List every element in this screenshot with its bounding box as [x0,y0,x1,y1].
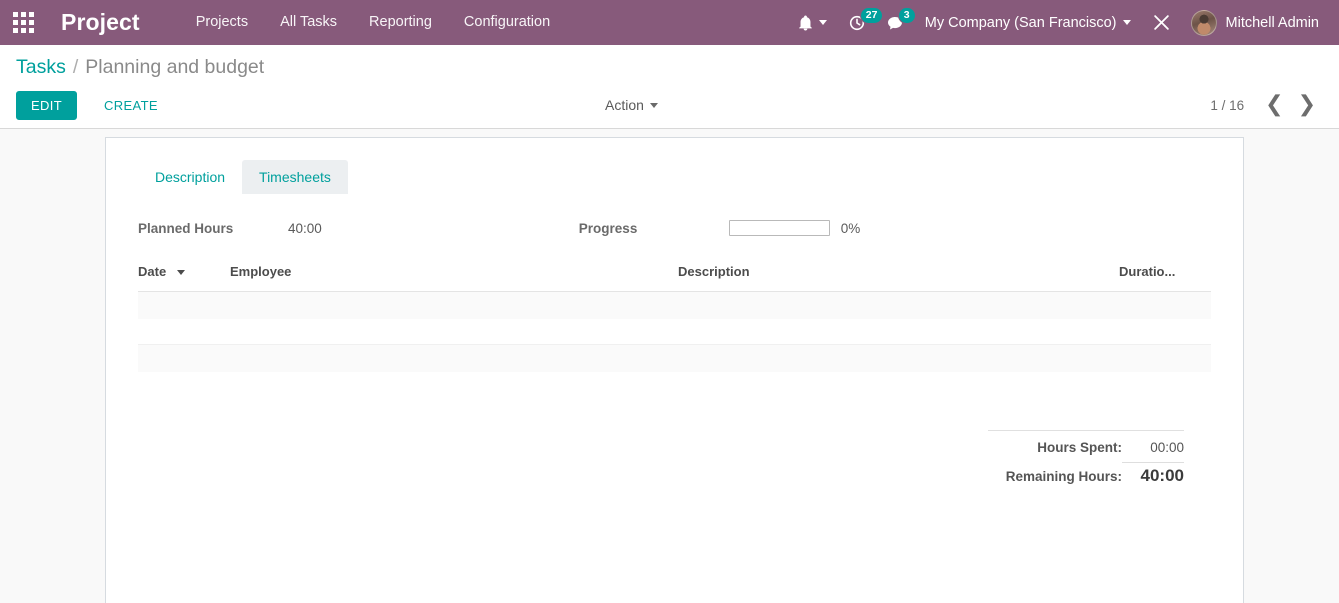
breadcrumb-separator: / [72,56,79,78]
apps-grid-icon [12,12,34,33]
column-header-date-label: Date [138,264,167,279]
app-brand-title[interactable]: Project [61,0,140,45]
menu-item-projects[interactable]: Projects [180,0,264,45]
user-name-label: Mitchell Admin [1225,14,1319,31]
table-row-spacer [138,319,1211,345]
table-row[interactable] [138,291,1211,319]
progress-bar[interactable] [728,220,830,236]
notebook-page-timesheets: Planned Hours 40:00 Progress 0% Date Emp… [106,194,1243,486]
main-menu: Projects All Tasks Reporting Configurati… [180,0,566,45]
pager-count-label: 1 / 16 [1210,97,1245,113]
timesheet-list-header: Date Employee Description Duratio... [138,264,1211,292]
planned-hours-value[interactable]: 40:00 [288,221,322,236]
company-name-label: My Company (San Francisco) [924,14,1117,31]
tab-description[interactable]: Description [138,160,242,194]
timesheet-totals: Hours Spent: 00:00 Remaining Hours: 40:0… [138,429,1184,486]
table-row[interactable] [138,344,1211,372]
chevron-down-icon [649,102,658,108]
control-panel: Tasks / Planning and budget EDIT CREATE … [0,45,1339,129]
create-button[interactable]: CREATE [89,91,173,120]
form-sheet: Description Timesheets Planned Hours 40:… [105,137,1244,603]
progress-label: Progress [578,220,638,236]
planned-hours-field: Planned Hours 40:00 [138,220,322,236]
pager-previous-button[interactable]: ❮ [1258,94,1290,116]
edit-button[interactable]: EDIT [16,90,78,120]
chevron-down-icon [1122,20,1131,25]
timesheet-list-container: Date Employee Description Duratio... [138,236,1211,372]
timesheet-list-body [138,291,1211,372]
column-header-description[interactable]: Description [678,264,1119,292]
notebook: Description Timesheets [106,138,1243,194]
column-header-date[interactable]: Date [138,264,230,292]
breadcrumb-parent-tasks[interactable]: Tasks [16,56,66,79]
developer-tools-button[interactable] [1142,0,1181,45]
action-dropdown[interactable]: Action [605,97,658,113]
hours-spent-label: Hours Spent: [1037,439,1122,455]
systray: 27 3 My Company (San Francisco) Mitchell… [787,0,1339,45]
remaining-hours-label: Remaining Hours: [1005,468,1122,484]
chevron-down-icon [818,20,827,25]
activities-button[interactable]: 27 [838,0,884,45]
avatar [1190,9,1217,36]
company-switcher[interactable]: My Company (San Francisco) [914,0,1142,45]
pager: 1 / 16 ❮ ❯ [1210,94,1323,116]
planned-hours-label: Planned Hours [138,220,234,236]
bell-icon [798,15,813,31]
user-menu-button[interactable]: Mitchell Admin [1181,0,1327,45]
menu-item-all-tasks[interactable]: All Tasks [264,0,353,45]
wrench-screwdriver-icon [1153,14,1170,31]
sort-desc-caret-icon [176,269,185,275]
hours-spent-value: 00:00 [1150,439,1184,455]
timesheet-list-table: Date Employee Description Duratio... [138,264,1211,372]
remaining-hours-value: 40:00 [1122,461,1184,486]
breadcrumb: Tasks / Planning and budget [16,45,1323,82]
breadcrumb-current-record: Planning and budget [85,56,265,78]
action-dropdown-label: Action [605,97,644,113]
form-view-scroll-area: Description Timesheets Planned Hours 40:… [0,129,1339,603]
column-header-employee[interactable]: Employee [230,264,678,292]
timesheet-summary-fields: Planned Hours 40:00 Progress 0% [138,194,1211,236]
menu-item-reporting[interactable]: Reporting [353,0,448,45]
control-panel-buttons: EDIT CREATE Action 1 / 16 ❮ ❯ [16,82,1323,128]
menu-item-configuration[interactable]: Configuration [448,0,566,45]
messaging-button[interactable]: 3 [876,0,916,45]
pager-next-button[interactable]: ❯ [1291,94,1323,116]
hours-spent-line: Hours Spent: 00:00 [988,440,1184,455]
notification-bell-button[interactable] [787,0,838,45]
column-header-duration[interactable]: Duratio... [1119,264,1211,292]
notebook-tab-list: Description Timesheets [138,160,1211,194]
top-navbar: Project Projects All Tasks Reporting Con… [0,0,1339,45]
remaining-hours-line: Remaining Hours: 40:00 [988,461,1184,486]
progress-percent-label: 0% [840,220,861,236]
apps-menu-button[interactable] [0,0,46,45]
progress-field: Progress 0% [578,220,861,236]
tab-timesheets[interactable]: Timesheets [242,160,348,194]
